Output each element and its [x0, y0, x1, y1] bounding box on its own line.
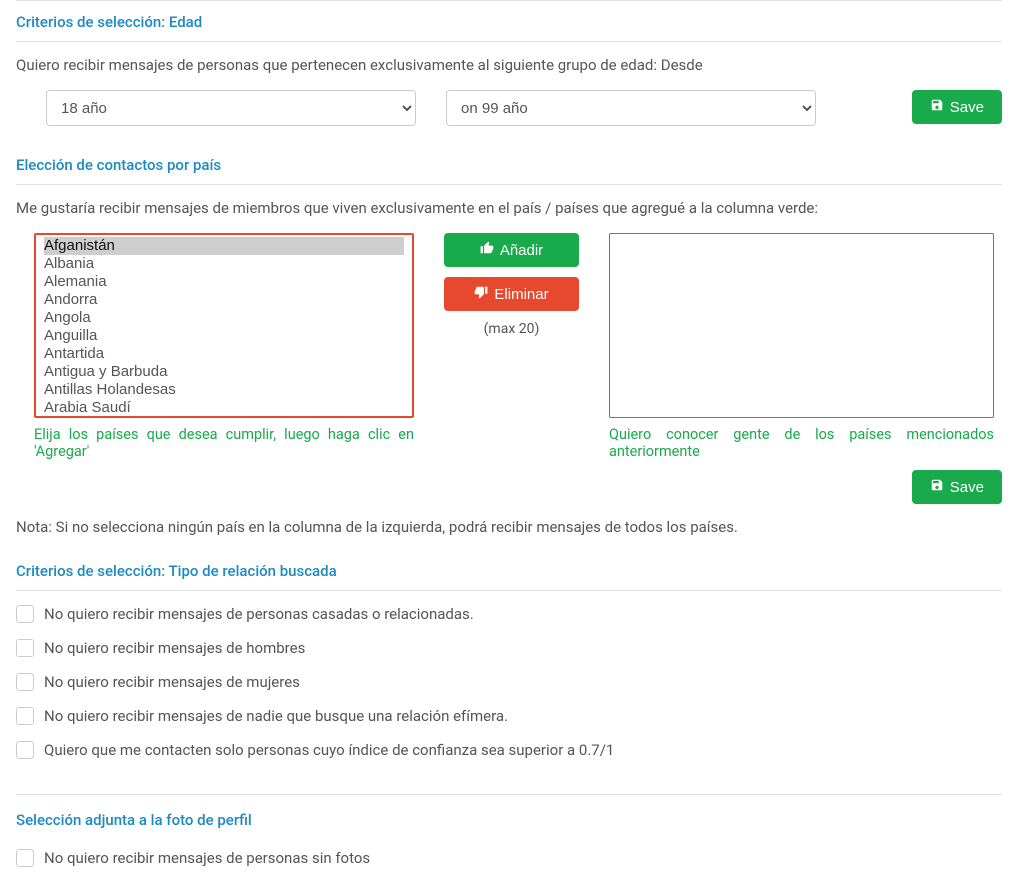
save-label: Save: [950, 479, 984, 496]
country-option[interactable]: Albania: [44, 255, 404, 273]
relationship-checkbox[interactable]: [16, 673, 34, 691]
country-note: Nota: Si no selecciona ningún país en la…: [16, 518, 1002, 536]
save-label: Save: [950, 99, 984, 116]
relationship-checkbox-label: No quiero recibir mensajes de personas c…: [44, 605, 474, 623]
relationship-checkbox-label: No quiero recibir mensajes de mujeres: [44, 673, 300, 691]
remove-button[interactable]: Eliminar: [444, 277, 579, 311]
available-countries-select[interactable]: AfganistánAlbaniaAlemaniaAndorraAngolaAn…: [34, 233, 414, 418]
relationship-checkbox[interactable]: [16, 639, 34, 657]
country-option[interactable]: Andorra: [44, 291, 404, 309]
country-option[interactable]: Angola: [44, 309, 404, 327]
country-option[interactable]: Antigua y Barbuda: [44, 363, 404, 381]
country-option[interactable]: Antillas Holandesas: [44, 381, 404, 399]
photo-section-title: Selección adjunta a la foto de perfil: [16, 795, 1002, 839]
remove-label: Eliminar: [494, 286, 548, 303]
add-button[interactable]: Añadir: [444, 233, 579, 267]
relationship-checkbox-label: No quiero recibir mensajes de hombres: [44, 639, 305, 657]
age-save-button[interactable]: Save: [912, 90, 1002, 124]
right-hint: Quiero conocer gente de los países menci…: [609, 426, 994, 460]
age-from-select[interactable]: 18 año: [46, 90, 416, 126]
add-label: Añadir: [500, 242, 543, 259]
save-icon: [930, 98, 944, 116]
left-hint: Elija los países que desea cumplir, lueg…: [34, 426, 414, 460]
selected-countries-box[interactable]: [609, 233, 994, 418]
age-section-title: Criterios de selección: Edad: [16, 0, 1002, 42]
photo-checkbox-label: No quiero recibir mensajes de personas s…: [44, 849, 370, 867]
age-description: Quiero recibir mensajes de personas que …: [16, 56, 1002, 74]
country-option[interactable]: Alemania: [44, 273, 404, 291]
country-option[interactable]: Antartida: [44, 345, 404, 363]
country-option[interactable]: Afganistán: [44, 237, 404, 255]
relationship-checkbox[interactable]: [16, 741, 34, 759]
country-save-button[interactable]: Save: [912, 470, 1002, 504]
photo-checkbox[interactable]: [16, 849, 34, 867]
relationship-checkbox-label: Quiero que me contacten solo personas cu…: [44, 741, 614, 759]
max-label: (max 20): [484, 321, 540, 337]
thumbs-down-icon: [474, 285, 488, 303]
relationship-checkbox-label: No quiero recibir mensajes de nadie que …: [44, 707, 508, 725]
country-description: Me gustaría recibir mensajes de miembros…: [16, 199, 1002, 217]
thumbs-up-icon: [480, 241, 494, 259]
relationship-checkbox[interactable]: [16, 707, 34, 725]
age-to-select[interactable]: on 99 año: [446, 90, 816, 126]
country-section-title: Elección de contactos por país: [16, 144, 1002, 185]
save-icon: [930, 478, 944, 496]
relationship-section-title: Criterios de selección: Tipo de relación…: [16, 550, 1002, 591]
country-option[interactable]: Anguilla: [44, 327, 404, 345]
country-option[interactable]: Arabia Saudí: [44, 399, 404, 417]
relationship-checkbox[interactable]: [16, 605, 34, 623]
